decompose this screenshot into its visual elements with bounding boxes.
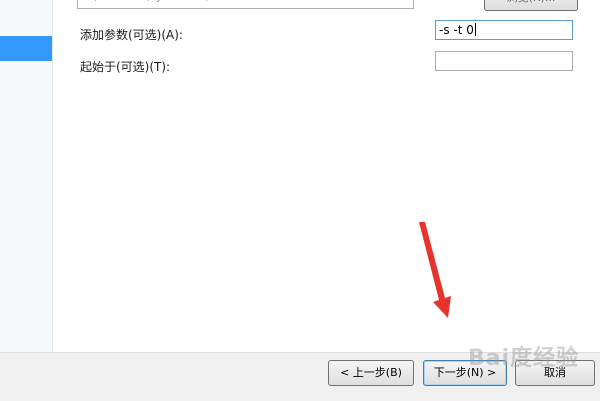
browse-button[interactable]: 浏览(R)... bbox=[484, 0, 578, 11]
annotation-arrow-icon bbox=[419, 222, 451, 318]
program-path-input[interactable]: C:\Windows\System32\shutdown... bbox=[77, 0, 414, 9]
arguments-label: 添加参数(可选)(A): bbox=[80, 28, 183, 42]
wizard-step-list bbox=[0, 0, 53, 352]
selected-step-highlight[interactable] bbox=[0, 36, 52, 61]
watermark-logo: Bai度经验 bbox=[468, 346, 580, 371]
arguments-input[interactable]: -s -t 0 bbox=[435, 20, 573, 40]
arguments-input-value: -s -t 0 bbox=[439, 23, 474, 37]
start-in-input[interactable] bbox=[435, 51, 573, 71]
back-button[interactable]: < 上一步(B) bbox=[328, 360, 414, 386]
wizard-content: C:\Windows\System32\shutdown... 浏览(R)...… bbox=[53, 0, 600, 352]
text-caret bbox=[474, 23, 476, 36]
start-in-label: 起始于(可选)(T): bbox=[80, 60, 171, 74]
